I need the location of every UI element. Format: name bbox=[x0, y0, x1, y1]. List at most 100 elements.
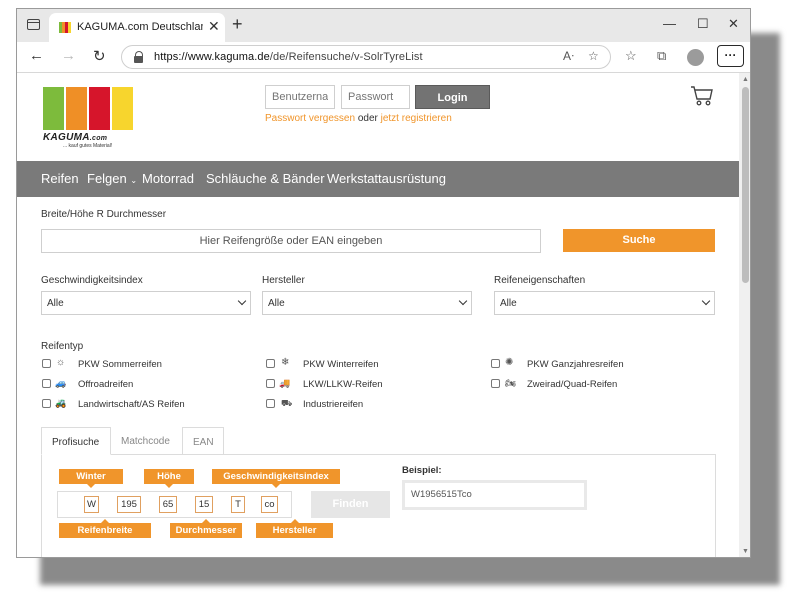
tyre-type-summer: PKW Sommerreifen bbox=[78, 359, 162, 370]
chevron-down-icon bbox=[701, 296, 711, 306]
password-input[interactable] bbox=[341, 85, 410, 109]
profile-code-input[interactable]: W 195 65 15 T co bbox=[57, 491, 292, 518]
checkbox-truck[interactable] bbox=[266, 379, 275, 388]
tab-matchcode[interactable]: Matchcode bbox=[111, 427, 182, 455]
address-bar[interactable]: https://www.kaguma.de/de/Reifensuche/v-S… bbox=[121, 45, 611, 69]
tag-winter: Winter bbox=[59, 469, 123, 488]
tyre-type-motorbike: Zweirad/Quad-Reifen bbox=[527, 379, 618, 390]
tractor-icon: 🚜 bbox=[55, 398, 67, 408]
nav-item-werkstatt[interactable]: Werkstattausrüstung bbox=[327, 171, 446, 186]
checkbox-industrial[interactable] bbox=[266, 399, 275, 408]
tab-ean[interactable]: EAN bbox=[182, 427, 224, 455]
checkbox-summer[interactable] bbox=[42, 359, 51, 368]
favicon bbox=[59, 22, 71, 33]
example-label: Beispiel: bbox=[402, 465, 442, 476]
refresh-icon[interactable]: ↻ bbox=[93, 47, 106, 65]
forklift-icon: ⛟ bbox=[281, 398, 293, 408]
profile-icon[interactable] bbox=[687, 49, 704, 66]
speed-index-select[interactable]: Alle bbox=[41, 291, 251, 315]
tag-hoehe: Höhe bbox=[144, 469, 194, 488]
nav-item-felgen[interactable]: Felgen ⌄ bbox=[87, 171, 137, 186]
checkbox-allseason[interactable] bbox=[491, 359, 500, 368]
sun-icon: ☼ bbox=[56, 357, 66, 368]
cart-icon[interactable] bbox=[690, 85, 714, 107]
size-search-input[interactable]: Hier Reifengröße oder EAN eingeben bbox=[41, 229, 541, 253]
lock-icon[interactable] bbox=[134, 51, 144, 63]
favorite-add-icon[interactable]: ☆ bbox=[588, 49, 599, 63]
tab-actions-icon[interactable] bbox=[27, 19, 40, 30]
logo-slogan: ... kauf gutes Material! bbox=[63, 143, 113, 149]
sun-snow-icon: ✺ bbox=[505, 357, 514, 368]
tag-geschwindigkeitsindex: Geschwindigkeitsindex bbox=[212, 469, 340, 488]
url-text: https://www.kaguma.de/de/Reifensuche/v-S… bbox=[154, 51, 423, 63]
manufacturer-select[interactable]: Alle bbox=[262, 291, 472, 315]
login-button[interactable]: Login bbox=[415, 85, 490, 109]
checkbox-motorbike[interactable] bbox=[491, 379, 500, 388]
tyre-type-industrial: Industriereifen bbox=[303, 399, 364, 410]
tab-profisuche[interactable]: Profisuche bbox=[41, 427, 111, 455]
size-label: Breite/Höhe R Durchmesser bbox=[41, 209, 167, 220]
properties-select[interactable]: Alle bbox=[494, 291, 715, 315]
chevron-down-icon bbox=[458, 296, 468, 306]
code-cell-maker[interactable]: co bbox=[261, 496, 278, 513]
site-logo[interactable]: KAGUMA.com ... kauf gutes Material! bbox=[43, 87, 133, 149]
nav-item-motorrad[interactable]: Motorrad bbox=[142, 171, 194, 186]
close-icon[interactable]: ✕ bbox=[208, 18, 220, 35]
tyre-type-agriculture: Landwirtschaft/AS Reifen bbox=[78, 399, 185, 410]
logo-text: KAGUMA.com bbox=[43, 132, 108, 143]
tag-reifenbreite: Reifenbreite bbox=[59, 519, 151, 538]
main-navigation: Reifen Felgen ⌄ Motorrad Schläuche & Bän… bbox=[17, 161, 739, 197]
more-icon[interactable]: ··· bbox=[717, 45, 744, 67]
forgot-password-link[interactable]: Passwort vergessen bbox=[265, 113, 355, 124]
tyre-type-offroad: Offroadreifen bbox=[78, 379, 134, 390]
code-cell-diameter[interactable]: 15 bbox=[195, 496, 213, 513]
tyre-type-truck: LKW/LLKW-Reifen bbox=[303, 379, 383, 390]
browser-toolbar: ← → ↻ https://www.kaguma.de/de/Reifensuc… bbox=[17, 42, 750, 73]
favorites-icon[interactable]: ☆ bbox=[625, 48, 637, 64]
code-cell-winter[interactable]: W bbox=[84, 496, 99, 513]
browser-tab[interactable]: KAGUMA.com Deutschland | Reif ✕ bbox=[49, 13, 225, 42]
tab-strip: KAGUMA.com Deutschland | Reif ✕ + — ☐ ✕ bbox=[17, 9, 750, 42]
checkbox-offroad[interactable] bbox=[42, 379, 51, 388]
read-aloud-icon[interactable]: Aᐧ bbox=[563, 49, 574, 63]
scroll-down-icon[interactable]: ▼ bbox=[742, 548, 749, 555]
tab-title: KAGUMA.com Deutschland | Reif bbox=[77, 21, 203, 33]
offroad-car-icon: 🚙 bbox=[55, 378, 67, 388]
tag-hersteller: Hersteller bbox=[256, 519, 333, 538]
truck-icon: 🚚 bbox=[279, 378, 291, 388]
register-link[interactable]: jetzt registrieren bbox=[381, 113, 452, 124]
maximize-icon[interactable]: ☐ bbox=[697, 16, 709, 32]
nav-item-schlaeuche[interactable]: Schläuche & Bänder bbox=[206, 171, 325, 186]
properties-label: Reifeneigenschaften bbox=[494, 275, 586, 286]
search-button[interactable]: Suche bbox=[563, 229, 715, 252]
checkbox-winter[interactable] bbox=[266, 359, 275, 368]
browser-window: KAGUMA.com Deutschland | Reif ✕ + — ☐ ✕ … bbox=[16, 8, 751, 558]
nav-item-reifen[interactable]: Reifen bbox=[41, 171, 79, 186]
back-icon[interactable]: ← bbox=[29, 47, 44, 64]
scroll-up-icon[interactable]: ▲ bbox=[742, 76, 749, 83]
login-links: Passwort vergessen oder jetzt registrier… bbox=[265, 113, 452, 124]
new-tab-icon[interactable]: + bbox=[232, 14, 243, 35]
minimize-icon[interactable]: — bbox=[663, 16, 676, 31]
code-cell-height[interactable]: 65 bbox=[159, 496, 177, 513]
page-viewport: KAGUMA.com ... kauf gutes Material! Logi… bbox=[17, 73, 739, 557]
tyre-type-label: Reifentyp bbox=[41, 341, 84, 352]
collections-icon[interactable]: ⧉ bbox=[657, 48, 666, 64]
tag-durchmesser: Durchmesser bbox=[170, 519, 242, 538]
tyre-type-winter: PKW Winterreifen bbox=[303, 359, 379, 370]
code-cell-speed[interactable]: T bbox=[231, 496, 245, 513]
code-cell-width[interactable]: 195 bbox=[117, 496, 141, 513]
logo-bars bbox=[43, 87, 133, 130]
username-input[interactable] bbox=[265, 85, 335, 109]
tyre-type-allseason: PKW Ganzjahresreifen bbox=[527, 359, 624, 370]
page-scrollbar[interactable]: ▲ ▼ bbox=[739, 73, 750, 557]
chevron-down-icon bbox=[237, 296, 247, 306]
snowflake-icon: ❄ bbox=[281, 357, 290, 368]
find-button[interactable]: Finden bbox=[311, 491, 390, 518]
window-close-icon[interactable]: ✕ bbox=[728, 16, 739, 32]
motorbike-icon: 🏍 bbox=[505, 378, 517, 388]
checkbox-agriculture[interactable] bbox=[42, 399, 51, 408]
forward-icon[interactable]: → bbox=[61, 47, 76, 64]
chevron-down-icon: ⌄ bbox=[130, 176, 138, 185]
scrollbar-thumb[interactable] bbox=[742, 87, 749, 283]
